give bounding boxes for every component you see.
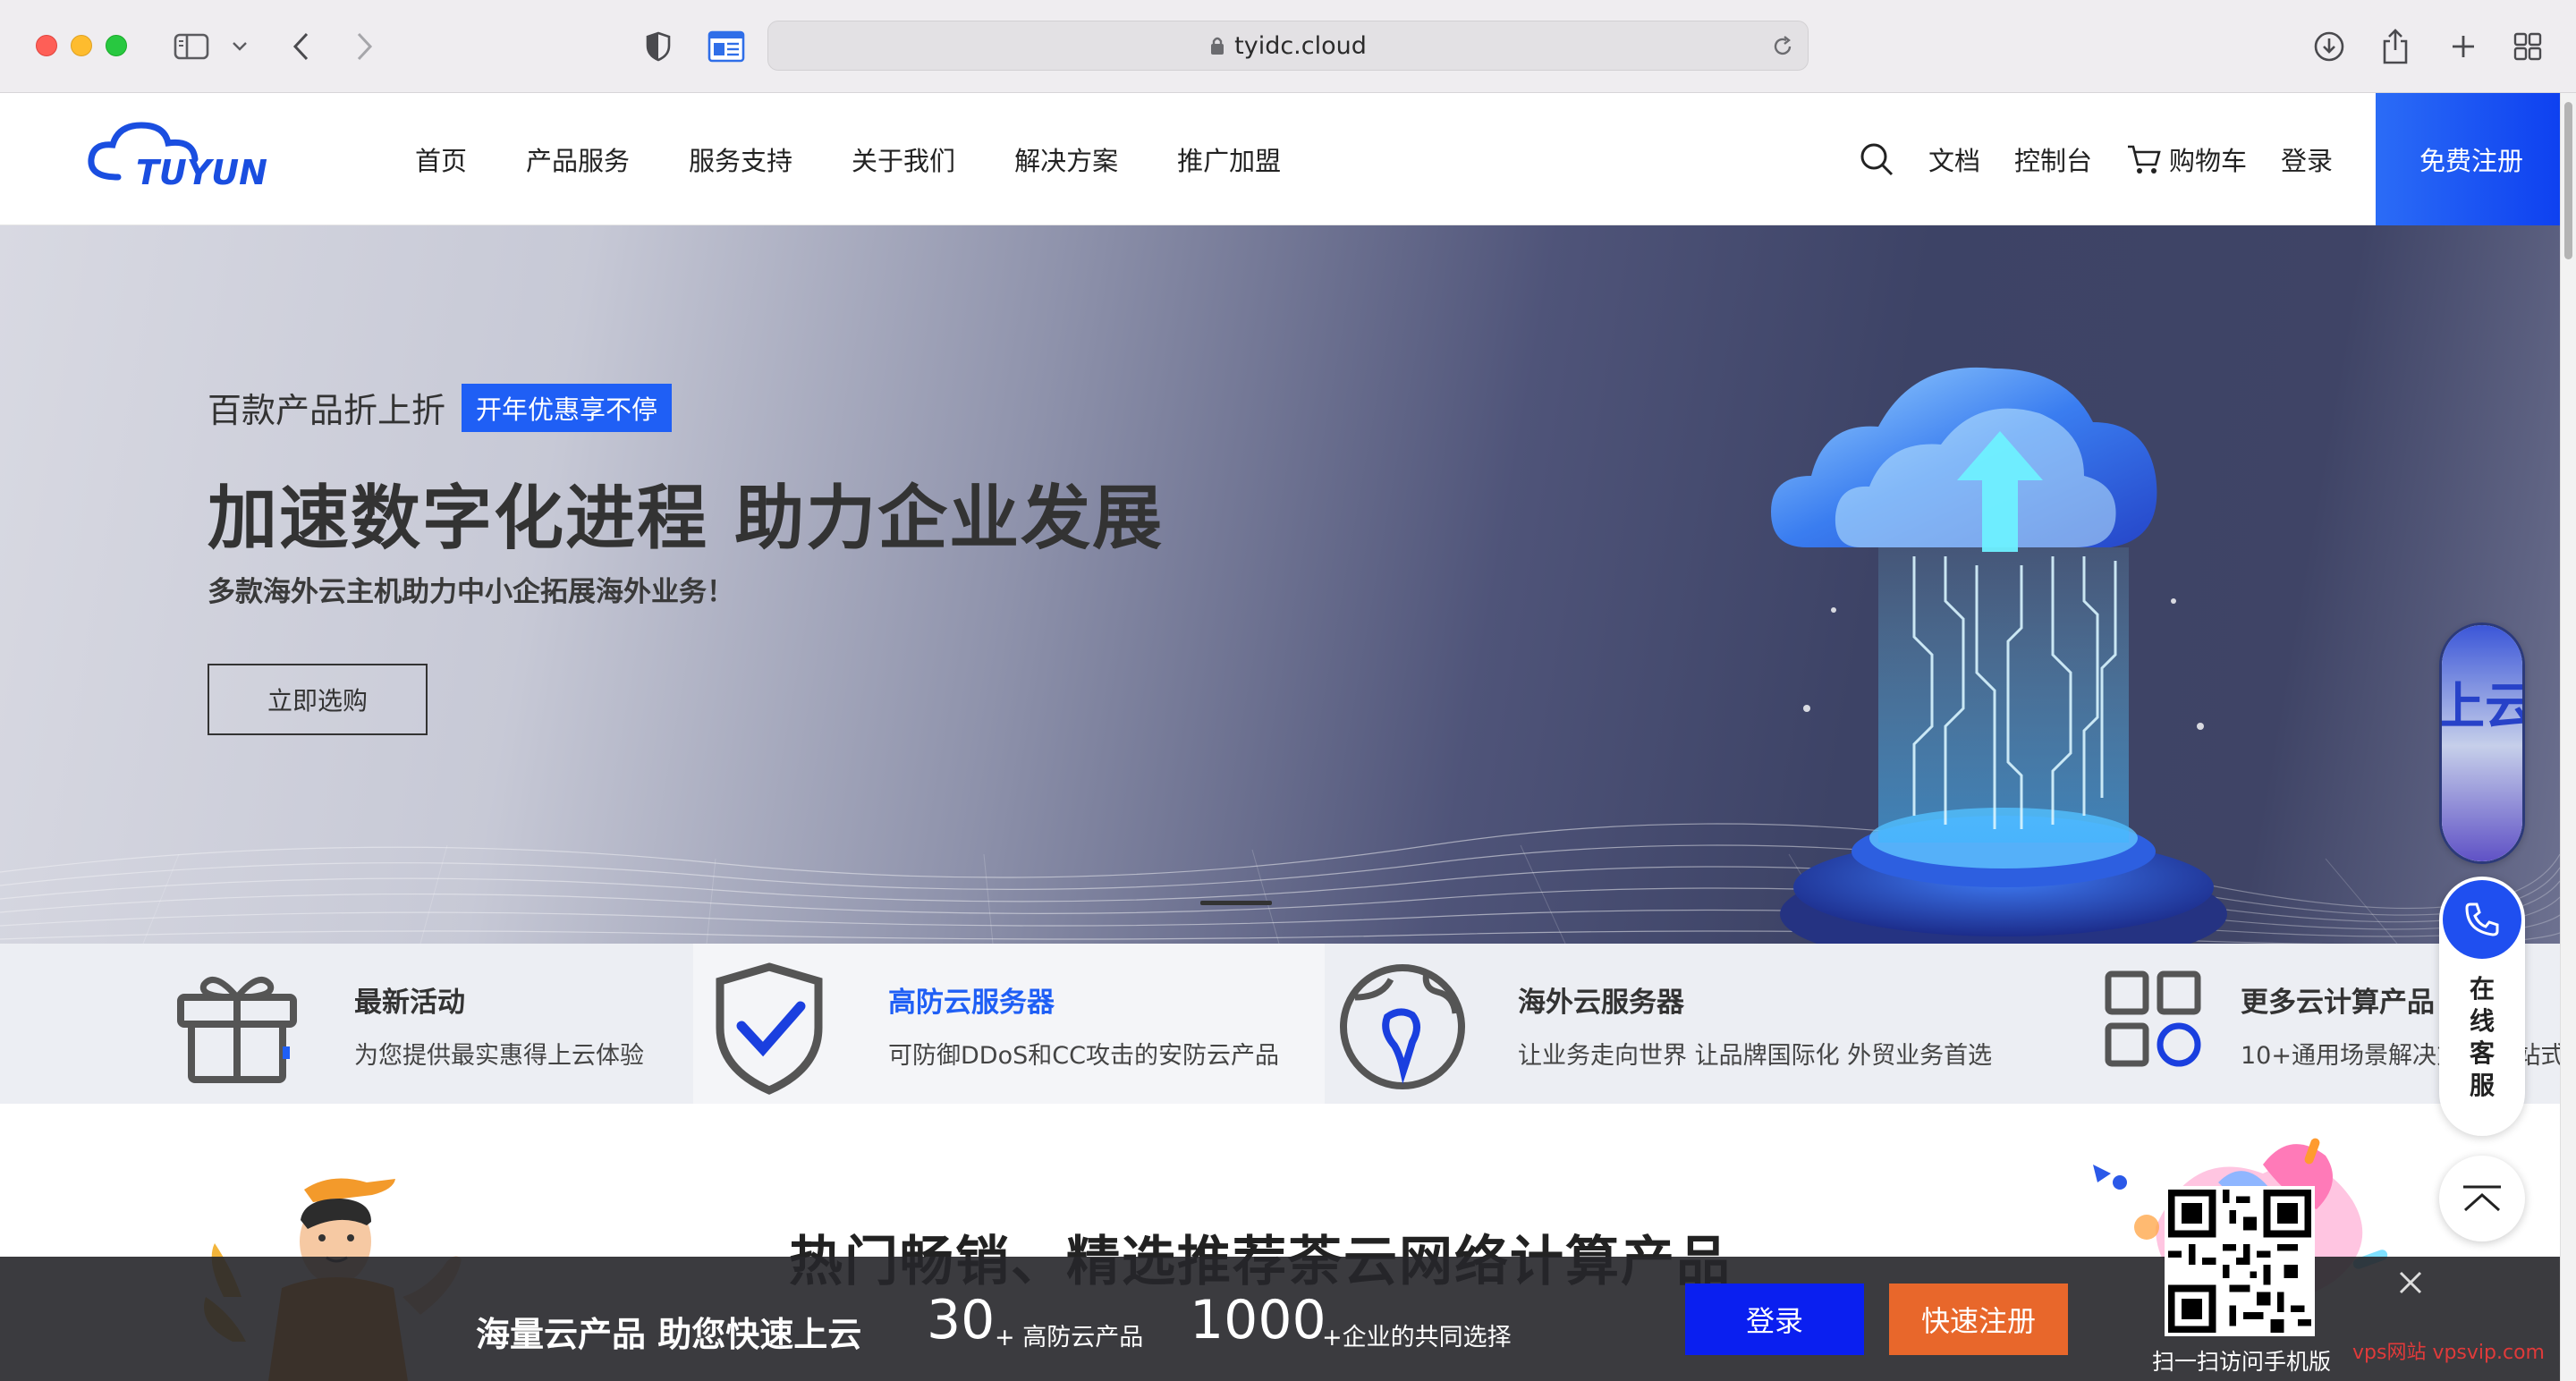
download-icon[interactable] [2309, 27, 2349, 66]
cart-link[interactable]: 购物车 [2126, 140, 2247, 178]
search-icon[interactable] [1859, 141, 1894, 177]
hero-title: 加速数字化进程 助力企业发展 [208, 479, 1165, 559]
qr-label: 扫一扫访问手机版 [2152, 1349, 2332, 1375]
phone-icon[interactable] [2443, 880, 2521, 959]
nav-about[interactable]: 关于我们 [852, 140, 955, 178]
shield-check-icon [711, 962, 827, 1099]
page-scrollbar[interactable] [2560, 93, 2576, 1381]
new-tab-icon[interactable] [2444, 27, 2483, 66]
promo-register-button[interactable]: 快速注册 [1889, 1284, 2068, 1355]
promo-headline: 海量云产品 助您快速上云 [476, 1315, 862, 1354]
feature-desc: 可防御DDoS和CC攻击的安防云产品 [888, 1042, 1279, 1070]
free-register-button[interactable]: 免费注册 [2376, 93, 2567, 225]
lock-icon [1211, 37, 1224, 55]
logo-text: TUYUN [136, 153, 267, 192]
back-to-top-button[interactable] [2439, 1156, 2525, 1241]
buy-now-button[interactable]: 立即选购 [208, 664, 428, 735]
forward-icon[interactable] [349, 27, 381, 66]
minimize-window-button[interactable] [71, 35, 92, 56]
svg-text:上云: 上云 [2442, 678, 2525, 736]
feature-strip: 最新活动 为您提供最实惠得上云体验 高防云服务器 可防御DDoS和CC攻击的安防… [0, 944, 2565, 1104]
scrollbar-thumb[interactable] [2564, 102, 2572, 259]
watermark-text: vps网站 vpsvip.com [2352, 1342, 2545, 1364]
hero-banner: 百款产品折上折 开年优惠享不停 加速数字化进程 助力企业发展 多款海外云主机助力… [0, 225, 2560, 944]
hero-badge: 开年优惠享不停 [462, 383, 673, 432]
share-icon[interactable] [2376, 27, 2415, 66]
feature-ddos-servers[interactable]: 高防云服务器 可防御DDoS和CC攻击的安防云产品 [693, 944, 1325, 1104]
chevron-down-icon[interactable] [229, 27, 250, 66]
feature-desc: 为您提供最实惠得上云体验 [354, 1042, 644, 1070]
promo-stat-products: 30 [927, 1289, 996, 1351]
zoom-window-button[interactable] [106, 35, 127, 56]
hero-tag-row: 百款产品折上折 开年优惠享不停 [208, 383, 673, 432]
online-service-widget[interactable]: 在线客服 [2439, 877, 2525, 1136]
nav-partners[interactable]: 推广加盟 [1177, 140, 1281, 178]
address-bar[interactable]: tyidc.cloud [767, 21, 1809, 71]
tab-overview-icon[interactable] [2508, 27, 2547, 66]
reload-icon[interactable] [1770, 34, 1795, 65]
feature-desc: 让业务走向世界 让品牌国际化 外贸业务首选 [1518, 1042, 1993, 1070]
site-logo[interactable]: TUYUN [86, 113, 301, 202]
apps-icon [2105, 970, 2203, 1072]
hero-subtitle: 多款海外云主机助力中小企拓展海外业务！ [208, 576, 734, 608]
close-icon[interactable] [2397, 1269, 2424, 1296]
shield-icon[interactable] [640, 27, 676, 66]
promo-stat-clients-unit: +企业的共同选择 [1322, 1324, 1512, 1351]
promo-stat-clients: 1000 [1190, 1289, 1326, 1351]
reader-icon[interactable] [707, 27, 746, 66]
back-icon[interactable] [284, 27, 317, 66]
docs-link[interactable]: 文档 [1928, 140, 1980, 178]
online-service-label: 在线客服 [2469, 974, 2495, 1100]
hero-tag: 百款产品折上折 [208, 391, 446, 430]
feature-title: 最新活动 [354, 987, 465, 1019]
globe-icon [1337, 962, 1468, 1096]
promo-login-button[interactable]: 登录 [1685, 1284, 1864, 1355]
sidebar-icon[interactable] [172, 27, 211, 66]
cloud-upload-illustration [1771, 367, 2227, 944]
site-header: TUYUN 首页 产品服务 服务支持 关于我们 解决方案 推广加盟 文档 控制台… [0, 93, 2576, 225]
carousel-indicator[interactable] [1200, 901, 1272, 905]
url-text: tyidc.cloud [1234, 31, 1367, 60]
header-actions: 文档 控制台 购物车 登录 [1859, 93, 2333, 225]
cart-label: 购物车 [2168, 146, 2247, 176]
browser-toolbar: tyidc.cloud [0, 0, 2576, 93]
promo-stat-products-unit: + 高防云产品 [995, 1324, 1144, 1351]
floating-promo-badge[interactable]: 上云 [2439, 623, 2525, 864]
nav-support[interactable]: 服务支持 [689, 140, 792, 178]
qr-code [2165, 1186, 2315, 1336]
main-nav: 首页 产品服务 服务支持 关于我们 解决方案 推广加盟 [415, 93, 1340, 225]
console-link[interactable]: 控制台 [2014, 140, 2092, 178]
login-link[interactable]: 登录 [2281, 140, 2333, 178]
close-window-button[interactable] [36, 35, 57, 56]
feature-overseas-servers[interactable]: 海外云服务器 让业务走向世界 让品牌国际化 外贸业务首选 [1325, 944, 2078, 1104]
arrow-up-icon [2463, 1185, 2501, 1212]
gift-icon [170, 962, 304, 1090]
nav-solutions[interactable]: 解决方案 [1014, 140, 1118, 178]
nav-products[interactable]: 产品服务 [526, 140, 630, 178]
feature-title: 高防云服务器 [888, 987, 1055, 1019]
feature-title: 海外云服务器 [1518, 987, 1684, 1019]
cart-icon [2127, 145, 2161, 174]
feature-promotions[interactable]: 最新活动 为您提供最实惠得上云体验 [0, 944, 693, 1104]
nav-home[interactable]: 首页 [415, 140, 467, 178]
